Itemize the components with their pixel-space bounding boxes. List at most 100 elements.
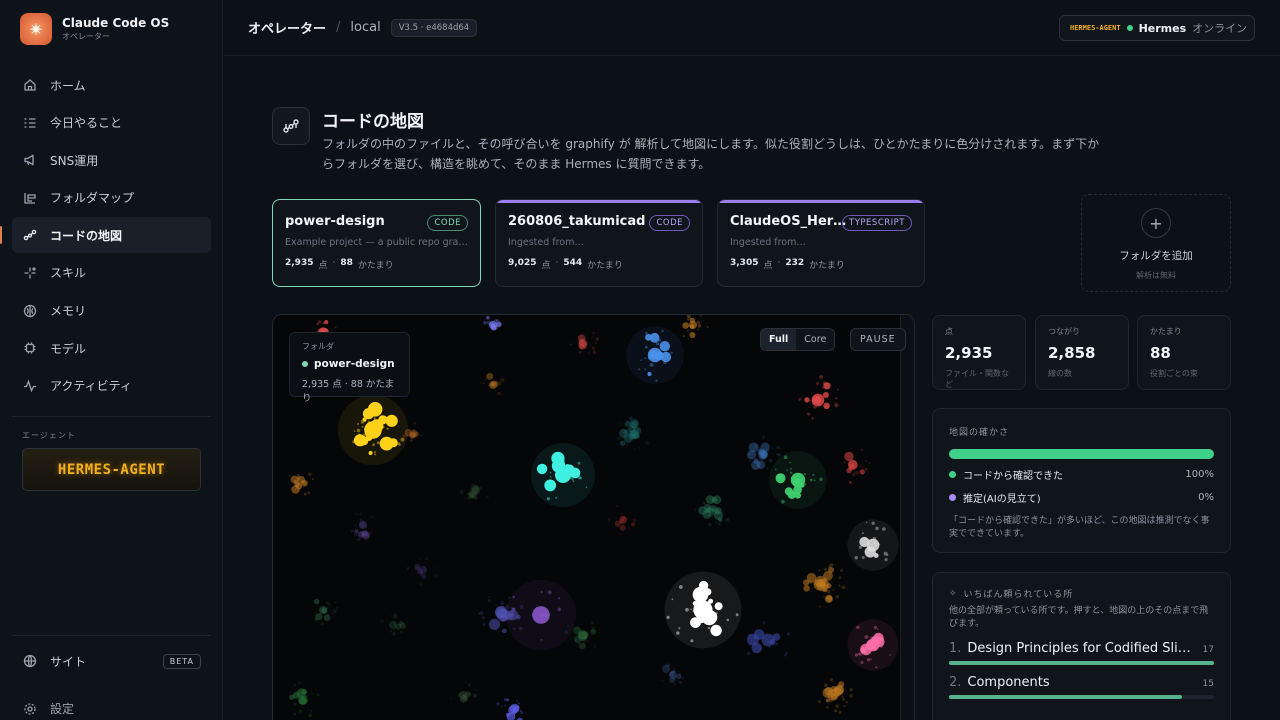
graph-node[interactable]: [593, 645, 596, 648]
graph-node[interactable]: [359, 521, 367, 529]
graph-node[interactable]: [379, 436, 394, 451]
graph-cluster[interactable]: [406, 556, 438, 586]
graph-node[interactable]: [488, 618, 501, 630]
graph-node[interactable]: [293, 684, 296, 687]
graph-cluster[interactable]: [350, 513, 373, 541]
graph-node[interactable]: [655, 379, 658, 382]
graph-node[interactable]: [421, 574, 427, 579]
graph-node[interactable]: [717, 522, 721, 526]
graph-node[interactable]: [512, 705, 520, 713]
graph-node[interactable]: [812, 473, 815, 476]
graph-node[interactable]: [706, 325, 709, 329]
graph-node[interactable]: [861, 532, 864, 535]
graph-node[interactable]: [823, 567, 827, 571]
graph-node[interactable]: [789, 461, 791, 464]
graph-node[interactable]: [334, 326, 337, 328]
graph-node[interactable]: [434, 573, 438, 578]
graph-node[interactable]: [803, 585, 810, 592]
graph-node[interactable]: [644, 368, 647, 370]
graph-node[interactable]: [317, 693, 320, 696]
graph-node[interactable]: [357, 537, 361, 541]
graph-node[interactable]: [678, 627, 681, 630]
graph-node[interactable]: [654, 351, 662, 359]
graph-node[interactable]: [628, 528, 631, 531]
graph-node[interactable]: [710, 624, 722, 637]
graph-node[interactable]: [682, 334, 686, 338]
graph-node[interactable]: [875, 666, 878, 669]
graph-node[interactable]: [485, 378, 487, 381]
graph-node[interactable]: [762, 621, 766, 625]
graph-node[interactable]: [837, 388, 839, 391]
graph-node[interactable]: [814, 397, 820, 403]
graph-node[interactable]: [356, 428, 361, 433]
graph-node[interactable]: [884, 558, 888, 562]
graph-node[interactable]: [856, 625, 860, 629]
graph-node[interactable]: [718, 517, 723, 522]
graph-node[interactable]: [361, 530, 369, 537]
graph-node[interactable]: [624, 420, 631, 427]
graph-node[interactable]: [571, 478, 574, 481]
graph-node[interactable]: [798, 397, 802, 401]
graph-node[interactable]: [708, 523, 712, 527]
graph-node[interactable]: [784, 653, 788, 657]
graph-node[interactable]: [841, 585, 846, 590]
graph-node[interactable]: [747, 633, 759, 646]
graph-node[interactable]: [786, 469, 788, 472]
graph-node[interactable]: [557, 597, 561, 600]
graph-node[interactable]: [834, 403, 839, 408]
graph-node[interactable]: [321, 607, 328, 614]
graph-node[interactable]: [591, 346, 595, 350]
graph-node[interactable]: [768, 458, 773, 463]
graph-node[interactable]: [413, 422, 417, 425]
hermes-agent-card[interactable]: HERMES-AGENT: [22, 448, 201, 491]
graph-node[interactable]: [781, 499, 785, 504]
graph-node[interactable]: [293, 712, 296, 716]
graph-node[interactable]: [315, 613, 323, 621]
graph-node[interactable]: [460, 492, 463, 495]
graph-node[interactable]: [640, 359, 642, 361]
graph-node[interactable]: [735, 613, 739, 617]
graph-node[interactable]: [849, 694, 853, 698]
graph-node[interactable]: [827, 590, 831, 594]
graph-cluster[interactable]: [337, 394, 409, 466]
graph-node[interactable]: [751, 460, 761, 470]
graph-node[interactable]: [675, 678, 678, 681]
graph-node[interactable]: [854, 556, 858, 560]
graph-node[interactable]: [689, 317, 695, 324]
graph-node[interactable]: [399, 630, 404, 634]
add-folder-button[interactable]: + フォルダを追加 解析は無料: [1081, 194, 1231, 292]
graph-node[interactable]: [766, 467, 769, 470]
graph-node[interactable]: [479, 611, 484, 616]
graph-node[interactable]: [495, 321, 502, 328]
graph-node[interactable]: [620, 422, 622, 425]
graph-node[interactable]: [373, 417, 376, 420]
graph-node[interactable]: [631, 522, 635, 527]
graph-node[interactable]: [310, 692, 313, 695]
graph-cluster[interactable]: [626, 326, 684, 384]
graph-node[interactable]: [517, 702, 520, 705]
sidebar-item-memory[interactable]: メモリ: [12, 293, 211, 329]
graph-node[interactable]: [350, 529, 354, 533]
graph-node[interactable]: [386, 427, 389, 430]
graph-node[interactable]: [310, 709, 313, 712]
graph-cluster[interactable]: [607, 505, 637, 536]
graph-node[interactable]: [645, 334, 652, 341]
graph-node[interactable]: [637, 447, 640, 449]
graph-node[interactable]: [504, 697, 508, 702]
graph-node[interactable]: [682, 322, 689, 329]
graph-node[interactable]: [690, 639, 694, 643]
graph-node[interactable]: [334, 601, 337, 603]
graph-node[interactable]: [591, 336, 593, 339]
view-core-button[interactable]: Core: [796, 329, 834, 350]
graph-node[interactable]: [490, 324, 497, 331]
graph-node[interactable]: [638, 368, 641, 371]
graph-node[interactable]: [488, 596, 490, 599]
graph-node[interactable]: [790, 467, 792, 470]
graph-node[interactable]: [662, 664, 671, 673]
graph-node[interactable]: [834, 709, 838, 713]
graph-node[interactable]: [532, 606, 550, 624]
graph-node[interactable]: [370, 419, 384, 433]
graph-node[interactable]: [748, 442, 759, 453]
graph-node[interactable]: [389, 629, 393, 633]
graph-node[interactable]: [786, 632, 791, 636]
